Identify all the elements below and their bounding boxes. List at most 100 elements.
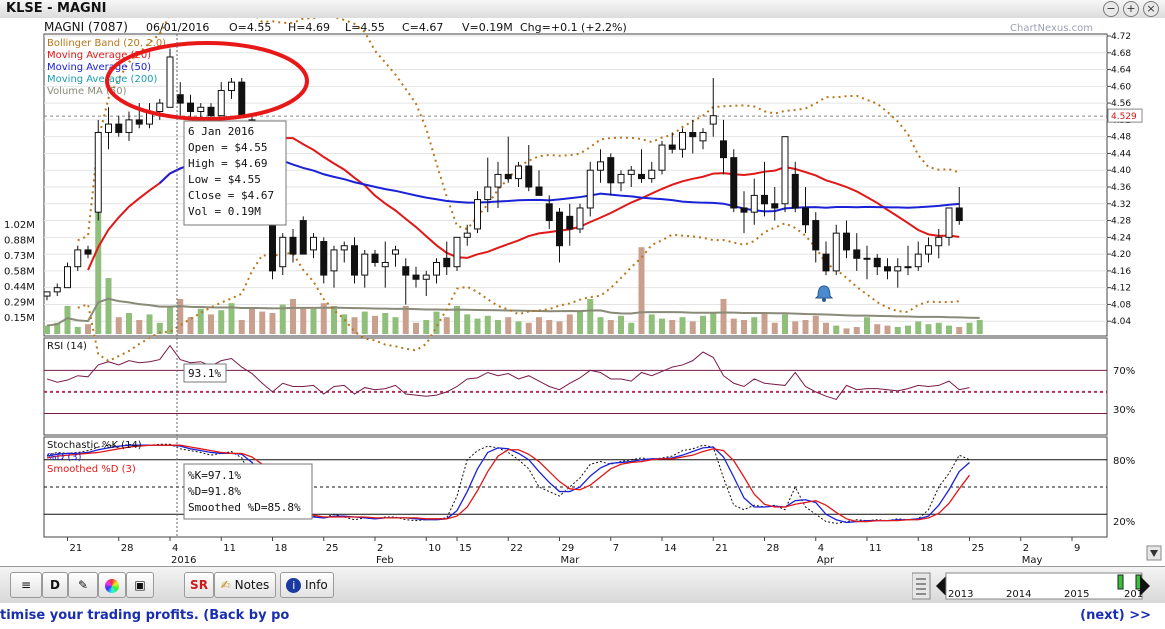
volume-bar bbox=[372, 315, 378, 334]
candle-body bbox=[638, 173, 645, 180]
price-tick-label: 4.64 bbox=[1111, 66, 1131, 76]
volume-bar bbox=[833, 325, 840, 334]
volume-bar bbox=[679, 317, 686, 334]
volume-bar bbox=[771, 322, 778, 334]
candle-body bbox=[381, 262, 389, 268]
info-button[interactable]: i Info bbox=[280, 572, 334, 598]
volume-bar bbox=[269, 313, 276, 334]
candle-body bbox=[802, 207, 809, 226]
header-open: O=4.55 bbox=[229, 21, 271, 34]
menu-button[interactable]: ≡ bbox=[10, 572, 42, 598]
price-tick-label: 4.12 bbox=[1111, 284, 1131, 294]
chart-image-button[interactable]: ▣ bbox=[126, 572, 154, 598]
candle-body bbox=[422, 274, 430, 280]
candle-body bbox=[269, 220, 276, 272]
month-label: 2016 bbox=[171, 555, 196, 566]
minimize-button[interactable]: − bbox=[1103, 1, 1119, 17]
price-tick-label: 4.48 bbox=[1111, 133, 1131, 143]
stoch-tooltip-d: %D=91.8% bbox=[188, 485, 241, 498]
header-low: L=4.55 bbox=[345, 21, 385, 34]
candle-body bbox=[699, 131, 707, 142]
header-close: C=4.67 bbox=[402, 21, 443, 34]
volume-bar bbox=[505, 317, 512, 334]
volume-bar bbox=[95, 208, 102, 334]
header-high: H=4.69 bbox=[288, 21, 330, 34]
candle-body bbox=[597, 161, 604, 171]
candle-body bbox=[730, 157, 738, 209]
chart-area[interactable]: MAGNI (7087) 06/01/2016 O=4.55 H=4.69 L=… bbox=[0, 18, 1165, 566]
volume-bar bbox=[290, 299, 296, 334]
sr-button[interactable]: SR bbox=[184, 572, 214, 598]
color-button[interactable] bbox=[98, 572, 126, 598]
candle-body bbox=[525, 165, 533, 188]
drawing-tools-button[interactable]: ✎ bbox=[68, 572, 98, 598]
period-button[interactable]: D bbox=[42, 572, 68, 598]
volume-bar bbox=[730, 318, 737, 334]
candle-body bbox=[361, 253, 369, 276]
volume-bar bbox=[85, 324, 91, 334]
volume-bar bbox=[474, 318, 481, 334]
candle-body bbox=[74, 249, 82, 268]
header-volume: V=0.19M bbox=[462, 21, 513, 34]
price-tick-label: 4.28 bbox=[1111, 217, 1131, 227]
date-tick-label: 29 bbox=[562, 543, 575, 554]
volume-bar bbox=[238, 320, 245, 334]
date-tick-label: 22 bbox=[510, 543, 523, 554]
volume-bar bbox=[915, 321, 922, 334]
price-tick-label: 4.08 bbox=[1111, 300, 1131, 310]
scroll-down-button[interactable] bbox=[1146, 545, 1162, 561]
maximize-button[interactable]: + bbox=[1123, 1, 1139, 17]
volume-bar bbox=[115, 317, 122, 334]
notes-button[interactable]: ✍ Notes bbox=[214, 572, 276, 598]
date-tick-label: 14 bbox=[664, 543, 677, 554]
candle-body bbox=[105, 123, 112, 133]
stoch-sd-label: Smoothed %D (3) bbox=[47, 464, 136, 475]
volume-bar bbox=[618, 315, 624, 334]
date-tick-label: 15 bbox=[459, 543, 472, 554]
volume-bar bbox=[700, 315, 706, 334]
timeline-navigator[interactable]: 2013 2014 2015 201 bbox=[912, 567, 1162, 603]
volume-bar bbox=[402, 306, 409, 334]
volume-bar bbox=[351, 317, 358, 334]
header-change: Chg=+0.1 (+2.2%) bbox=[520, 21, 627, 34]
rsi-tooltip-value: 93.1% bbox=[188, 367, 221, 380]
candle-body bbox=[576, 207, 584, 230]
candle-body bbox=[812, 220, 820, 251]
volume-bar bbox=[300, 307, 307, 334]
candle-body bbox=[279, 236, 287, 268]
candle-body bbox=[402, 266, 410, 276]
timeline-left-arrow[interactable] bbox=[936, 576, 946, 596]
volume-bar bbox=[218, 310, 225, 334]
candle-body bbox=[207, 106, 215, 117]
candle-body bbox=[330, 249, 338, 272]
candle-body bbox=[658, 144, 666, 171]
candle-body bbox=[709, 115, 717, 125]
volume-bar bbox=[136, 320, 143, 334]
legend-bollinger: Bollinger Band (20, 2.0) bbox=[47, 38, 166, 49]
volume-bar bbox=[74, 327, 81, 334]
timeline-right-arrow[interactable] bbox=[1140, 576, 1150, 596]
candle-body bbox=[771, 203, 779, 209]
volume-bar bbox=[464, 314, 471, 334]
volume-bar bbox=[525, 322, 532, 334]
timeline-year-2014: 2014 bbox=[1006, 589, 1031, 600]
candle-body bbox=[156, 102, 164, 113]
timeline-year-2013: 2013 bbox=[948, 589, 973, 600]
price-tick-label: 4.16 bbox=[1111, 267, 1131, 277]
close-button[interactable]: × bbox=[1143, 1, 1159, 17]
candle-body bbox=[761, 194, 768, 205]
volume-bar bbox=[720, 299, 727, 334]
last-price-label: 4.529 bbox=[1111, 112, 1137, 122]
rsi-lower-label: 30% bbox=[1113, 405, 1135, 416]
volume-bar bbox=[884, 325, 891, 334]
header-date: 06/01/2016 bbox=[146, 21, 209, 34]
ticker-next-link[interactable]: (next) >> bbox=[1080, 608, 1151, 623]
timeline-year-2015: 2015 bbox=[1064, 589, 1089, 600]
volume-bar bbox=[638, 247, 645, 334]
date-tick-label: 2 bbox=[377, 543, 383, 554]
candle-body bbox=[217, 90, 225, 117]
volume-bar bbox=[208, 314, 214, 334]
candle-body bbox=[463, 232, 471, 238]
volume-bar bbox=[361, 311, 368, 334]
volume-bar bbox=[423, 320, 430, 334]
